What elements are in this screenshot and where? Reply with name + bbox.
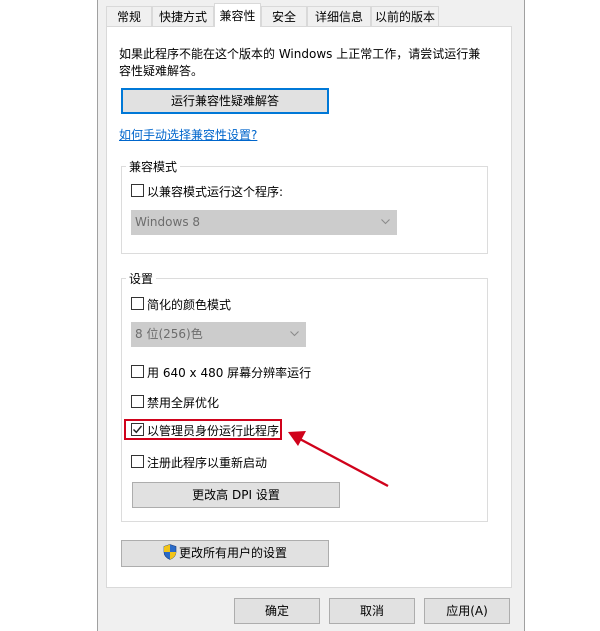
uac-shield-icon	[163, 544, 177, 560]
settings-legend: 设置	[126, 270, 157, 287]
register-restart-checkbox[interactable]	[131, 455, 144, 468]
run-as-admin-checkbox[interactable]	[131, 423, 144, 436]
chevron-down-icon	[381, 219, 390, 225]
disable-fullscreen-label: 禁用全屏优化	[147, 396, 220, 410]
os-version-value: Windows 8	[135, 215, 201, 229]
tab-previous-versions[interactable]: 以前的版本	[371, 6, 439, 26]
intro-text-line1: 如果此程序不能在这个版本的 Windows 上正常工作，请尝试运行兼	[119, 47, 481, 61]
tab-shortcut[interactable]: 快捷方式	[152, 6, 214, 26]
disable-fullscreen-checkbox[interactable]	[131, 395, 144, 408]
change-all-users-button[interactable]: 更改所有用户的设置	[121, 540, 329, 567]
tab-security[interactable]: 安全	[261, 6, 307, 26]
intro-text-line2: 容性疑难解答。	[119, 64, 204, 78]
checkmark-icon	[133, 425, 143, 434]
tab-compatibility[interactable]: 兼容性	[214, 3, 261, 27]
change-all-users-label: 更改所有用户的设置	[178, 546, 287, 560]
color-mode-value: 8 位(256)色	[135, 327, 203, 341]
compat-mode-label: 以兼容模式运行这个程序:	[147, 185, 284, 199]
reduced-color-checkbox[interactable]	[131, 297, 144, 310]
run-troubleshooter-button[interactable]: 运行兼容性疑难解答	[121, 88, 329, 114]
compat-mode-checkbox[interactable]	[131, 184, 144, 197]
color-mode-select[interactable]: 8 位(256)色	[131, 322, 306, 347]
run-as-admin-label: 以管理员身份运行此程序	[147, 424, 280, 438]
res-640-checkbox[interactable]	[131, 365, 144, 378]
red-arrow-icon	[288, 431, 389, 488]
register-restart-label: 注册此程序以重新启动	[147, 456, 268, 470]
chevron-down-icon	[290, 331, 299, 337]
manual-settings-link[interactable]: 如何手动选择兼容性设置?	[119, 126, 257, 143]
apply-button[interactable]: 应用(A)	[424, 598, 510, 624]
compat-mode-legend: 兼容模式	[126, 158, 181, 175]
cancel-button[interactable]: 取消	[329, 598, 415, 624]
os-version-select[interactable]: Windows 8	[131, 210, 397, 235]
tab-details[interactable]: 详细信息	[307, 6, 371, 26]
res-640-label: 用 640 x 480 屏幕分辨率运行	[147, 366, 312, 380]
tab-general[interactable]: 常规	[106, 6, 152, 26]
ok-button[interactable]: 确定	[234, 598, 320, 624]
reduced-color-label: 简化的颜色模式	[147, 298, 232, 312]
